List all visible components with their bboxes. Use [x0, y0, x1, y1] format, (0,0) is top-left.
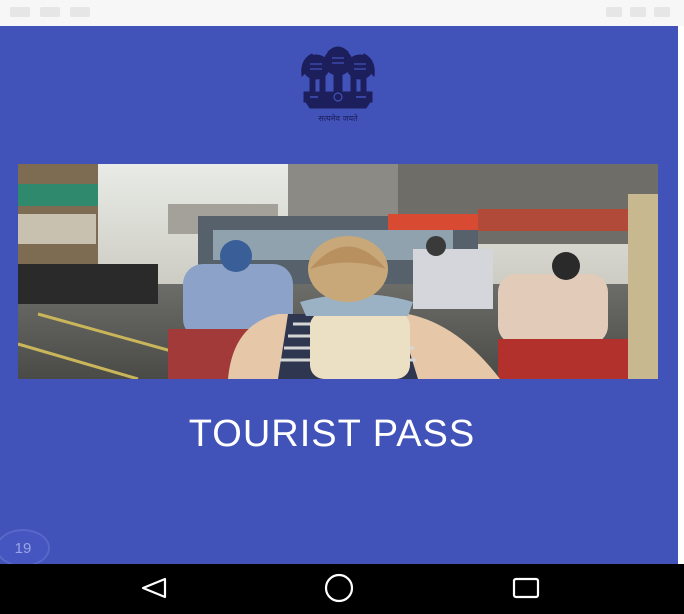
navigation-bar [0, 564, 684, 614]
signal-icon [630, 7, 646, 17]
home-button[interactable] [319, 570, 359, 606]
notification-icon [70, 7, 90, 17]
splash-screen: सत्यमेव जयते TOURIST PASS 19 [0, 26, 678, 567]
status-right-icons [606, 7, 670, 17]
recents-square-icon [512, 577, 540, 599]
screen-edge [678, 26, 684, 564]
wifi-icon [606, 7, 622, 17]
street-scene-photo [18, 164, 658, 379]
notification-icon [10, 7, 30, 17]
status-left-icons [10, 7, 90, 17]
emblem-motto: सत्यमेव जयते [318, 113, 358, 123]
count-badge[interactable]: 19 [0, 529, 50, 567]
back-triangle-icon [141, 577, 167, 599]
notification-icon [40, 7, 60, 17]
recents-button[interactable] [506, 570, 546, 606]
status-bar [0, 0, 684, 26]
home-circle-icon [324, 573, 354, 603]
page-title: TOURIST PASS [188, 413, 476, 455]
battery-icon [654, 7, 670, 17]
india-state-emblem-icon: सत्यमेव जयते [301, 46, 375, 123]
back-button[interactable] [134, 570, 174, 606]
